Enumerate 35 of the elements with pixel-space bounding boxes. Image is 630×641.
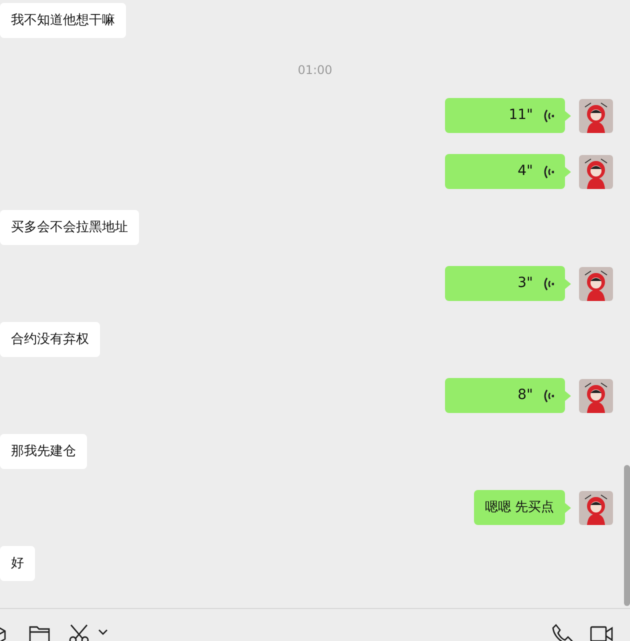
message-bubble: 好 — [0, 546, 35, 581]
bubble-tail — [565, 166, 571, 176]
voice-message-bubble[interactable]: 11" — [445, 98, 565, 133]
voice-wave-icon — [542, 108, 554, 124]
bubble-tail — [565, 502, 571, 512]
voice-duration: 8" — [518, 386, 533, 405]
voice-duration: 11" — [508, 106, 533, 125]
message-bubble: 买多会不会拉黑地址 — [0, 210, 139, 245]
voice-message-bubble[interactable]: 8" — [445, 378, 565, 413]
voice-duration: 4" — [518, 162, 533, 181]
message-bubble: 我不知道他想干嘛 — [0, 3, 126, 38]
avatar[interactable] — [579, 266, 613, 300]
folder-icon[interactable] — [29, 624, 50, 641]
message-bubble: 合约没有弃权 — [0, 322, 100, 357]
chevron-down-icon[interactable] — [98, 629, 108, 636]
video-call-icon[interactable] — [590, 624, 613, 641]
bubble-tail — [565, 110, 571, 120]
voice-message-bubble[interactable]: 4" — [445, 154, 565, 189]
voice-wave-icon — [542, 276, 554, 292]
voice-wave-icon — [542, 388, 554, 404]
message-bubble: 嗯嗯 先买点 — [474, 490, 565, 525]
avatar[interactable] — [579, 378, 613, 412]
bubble-tail — [565, 278, 571, 288]
phone-icon[interactable] — [552, 624, 573, 641]
timestamp: 01:00 — [298, 62, 332, 79]
message-bubble: 那我先建仓 — [0, 434, 87, 469]
scrollbar[interactable] — [624, 465, 630, 606]
avatar[interactable] — [579, 490, 613, 524]
bubble-tail — [565, 390, 571, 400]
voice-message-bubble[interactable]: 3" — [445, 266, 565, 301]
avatar[interactable] — [579, 98, 613, 132]
scissors-icon[interactable] — [68, 624, 90, 641]
avatar[interactable] — [579, 154, 613, 188]
voice-wave-icon — [542, 164, 554, 180]
voice-duration: 3" — [518, 274, 533, 293]
